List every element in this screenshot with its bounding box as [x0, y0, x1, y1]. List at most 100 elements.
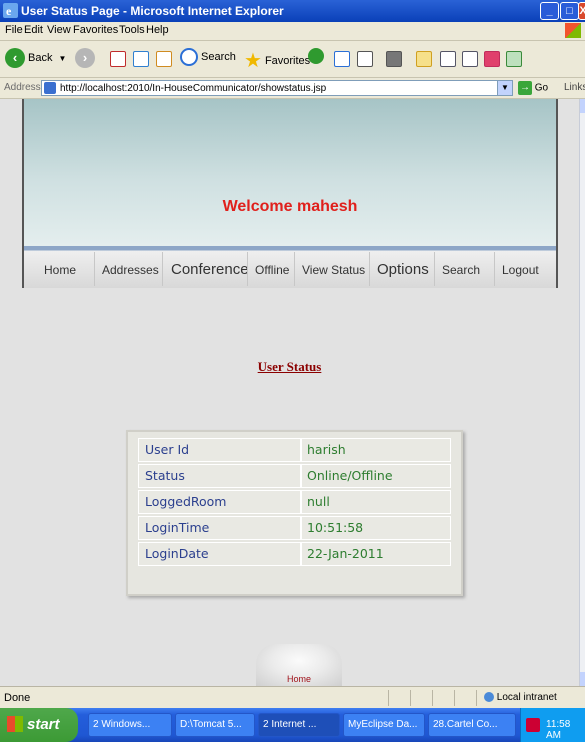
- status-divider: [388, 690, 389, 706]
- menu-view[interactable]: View: [47, 24, 71, 36]
- table-row: User Id harish: [138, 438, 451, 464]
- nav-offline[interactable]: Offline: [255, 246, 289, 288]
- favorites-button[interactable]: ★ Favorites: [244, 48, 310, 72]
- mail-icon[interactable]: [334, 51, 350, 67]
- chevron-down-icon[interactable]: ▼: [497, 81, 512, 95]
- nav-addresses[interactable]: Addresses: [102, 246, 159, 288]
- links-button[interactable]: Links: [564, 82, 585, 93]
- tools-icon[interactable]: [462, 51, 478, 67]
- table-row: LoginTime 10:51:58: [138, 516, 451, 542]
- menu-edit[interactable]: Edit: [24, 24, 43, 36]
- window-titlebar: e User Status Page - Microsoft Internet …: [0, 0, 585, 22]
- nav-conference[interactable]: Conference: [171, 246, 249, 288]
- table-row: LoginDate 22-Jan-2011: [138, 542, 451, 568]
- row-key: LoggedRoom: [138, 490, 301, 514]
- star-icon: ★: [244, 50, 262, 72]
- stop-icon[interactable]: [110, 51, 126, 67]
- menu-file[interactable]: File: [5, 24, 23, 36]
- home-icon[interactable]: [156, 51, 172, 67]
- row-value: Online/Offline: [301, 464, 451, 488]
- header-banner: Welcome mahesh: [22, 99, 558, 246]
- menu-help[interactable]: Help: [146, 24, 169, 36]
- nav-divider: [494, 252, 495, 286]
- nav-divider: [434, 252, 435, 286]
- forward-arrow-icon: ›: [75, 48, 95, 68]
- search-button[interactable]: Search: [180, 48, 236, 70]
- refresh-icon[interactable]: [133, 51, 149, 67]
- windows-flag-icon: [7, 716, 23, 732]
- nav-divider: [247, 252, 248, 286]
- status-divider: [410, 690, 411, 706]
- table-row: Status Online/Offline: [138, 464, 451, 490]
- taskbar-item[interactable]: 2 Internet ...: [258, 713, 340, 737]
- table-row: LoggedRoom null: [138, 490, 451, 516]
- page-content: Welcome mahesh Home Addresses Conference…: [0, 99, 579, 686]
- row-value: harish: [301, 438, 451, 462]
- taskbar-item[interactable]: D:\Tomcat 5...: [175, 713, 255, 737]
- nav-options[interactable]: Options: [377, 246, 429, 288]
- ie-logo-icon: e: [3, 3, 18, 18]
- status-text: Done: [4, 692, 31, 704]
- maximize-button[interactable]: □: [560, 2, 579, 20]
- back-button[interactable]: ‹ Back ▼: [5, 48, 66, 70]
- scroll-down-icon[interactable]: [580, 672, 585, 686]
- kaspersky-icon[interactable]: [484, 51, 500, 67]
- minimize-button[interactable]: _: [540, 2, 559, 20]
- nav-home[interactable]: Home: [44, 246, 76, 288]
- home-button-label: Home: [286, 674, 311, 684]
- status-divider: [476, 690, 477, 706]
- address-input[interactable]: http://localhost:2010/In-HouseCommunicat…: [41, 80, 513, 96]
- scroll-up-icon[interactable]: [580, 99, 585, 113]
- folder-icon[interactable]: [416, 51, 432, 67]
- globe-icon: [484, 692, 494, 703]
- row-key: Status: [138, 464, 301, 488]
- messenger-icon[interactable]: [506, 51, 522, 67]
- system-tray: 11:58 AM: [520, 708, 585, 742]
- nav-view-status[interactable]: View Status: [302, 246, 365, 288]
- print-icon[interactable]: [357, 51, 373, 67]
- section-title: User Status: [257, 359, 322, 374]
- status-divider: [454, 690, 455, 706]
- status-bar: Done Local intranet: [0, 686, 585, 709]
- go-arrow-icon: →: [518, 81, 532, 95]
- taskbar-item[interactable]: 28.Cartel Co...: [428, 713, 516, 737]
- security-zone: Local intranet: [484, 692, 557, 703]
- home-button[interactable]: Home: [256, 644, 342, 686]
- nav-divider: [294, 252, 295, 286]
- status-table: User Id harish Status Online/Offline Log…: [126, 430, 463, 596]
- address-url[interactable]: http://localhost:2010/In-HouseCommunicat…: [60, 83, 326, 94]
- close-button[interactable]: X: [578, 2, 585, 20]
- vertical-scrollbar[interactable]: [579, 99, 585, 686]
- row-key: User Id: [138, 438, 301, 462]
- toolbar: ‹ Back ▼ › Search ★ Favorites: [0, 41, 585, 78]
- go-button[interactable]: → Go: [518, 81, 548, 95]
- taskbar-item[interactable]: 2 Windows...: [88, 713, 172, 737]
- taskbar: start 2 Windows... D:\Tomcat 5... 2 Inte…: [0, 708, 585, 742]
- history-icon: [308, 48, 324, 64]
- menu-tools[interactable]: Tools: [119, 24, 145, 36]
- row-value: 10:51:58: [301, 516, 451, 540]
- status-divider: [432, 690, 433, 706]
- tray-icon[interactable]: [526, 718, 540, 732]
- chevron-down-icon: ▼: [58, 53, 67, 63]
- search-icon: [180, 48, 198, 66]
- edit-icon[interactable]: [386, 51, 402, 67]
- k-icon[interactable]: [440, 51, 456, 67]
- start-button[interactable]: start: [0, 708, 78, 742]
- taskbar-item[interactable]: MyEclipse Da...: [343, 713, 425, 737]
- svg-text:e: e: [6, 4, 12, 18]
- row-value: null: [301, 490, 451, 514]
- nav-logout[interactable]: Logout: [502, 246, 539, 288]
- row-value: 22-Jan-2011: [301, 542, 451, 566]
- clock: 11:58 AM: [546, 719, 571, 741]
- nav-divider: [94, 252, 95, 286]
- nav-search[interactable]: Search: [442, 246, 480, 288]
- history-button[interactable]: [308, 48, 324, 70]
- menu-favorites[interactable]: Favorites: [73, 24, 118, 36]
- menu-bar: File Edit View Favorites Tools Help: [0, 22, 585, 41]
- row-key: LoginDate: [138, 542, 301, 566]
- window-title: User Status Page - Microsoft Internet Ex…: [21, 4, 284, 18]
- row-key: LoginTime: [138, 516, 301, 540]
- address-label: Address: [4, 82, 41, 93]
- forward-button[interactable]: ›: [75, 48, 95, 70]
